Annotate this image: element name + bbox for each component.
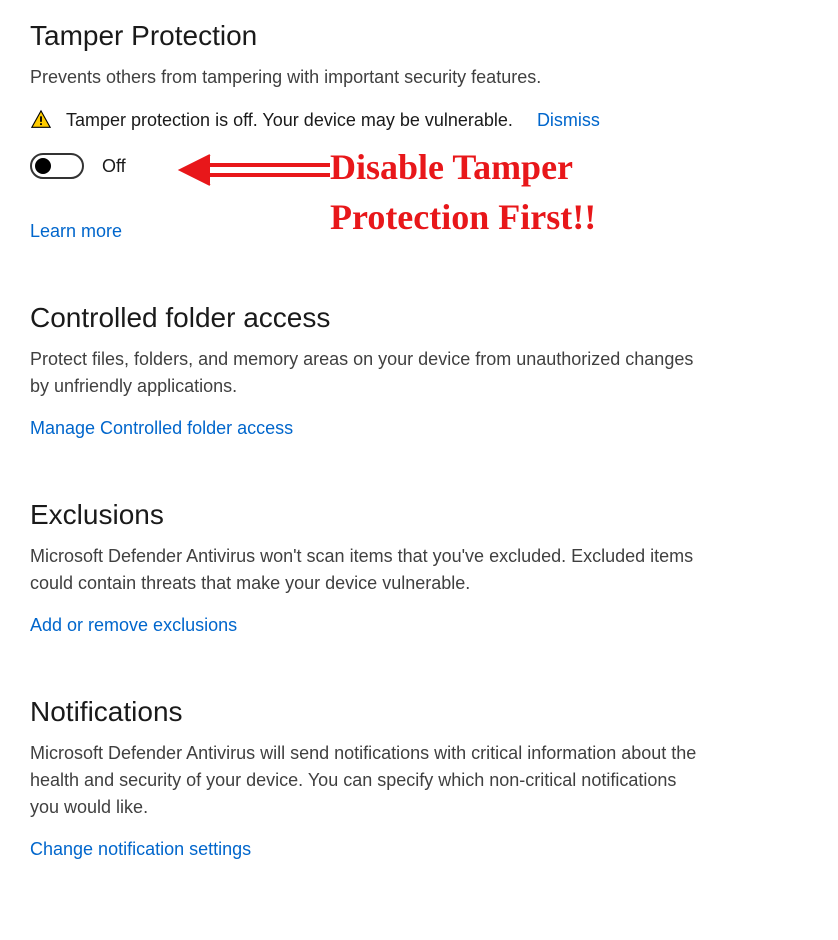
exclusions-title: Exclusions	[30, 499, 808, 531]
tamper-protection-title: Tamper Protection	[30, 20, 808, 52]
controlled-folder-description: Protect files, folders, and memory areas…	[30, 346, 710, 400]
controlled-folder-section: Controlled folder access Protect files, …	[30, 302, 808, 439]
notifications-title: Notifications	[30, 696, 808, 728]
warning-icon	[30, 109, 52, 131]
exclusions-section: Exclusions Microsoft Defender Antivirus …	[30, 499, 808, 636]
annotation-text: Disable Tamper Protection First!!	[330, 142, 596, 243]
tamper-warning-row: Tamper protection is off. Your device ma…	[30, 109, 808, 131]
notifications-description: Microsoft Defender Antivirus will send n…	[30, 740, 710, 821]
tamper-protection-toggle[interactable]	[30, 153, 84, 179]
manage-controlled-folder-link[interactable]: Manage Controlled folder access	[30, 418, 293, 438]
toggle-knob	[35, 158, 51, 174]
change-notification-settings-link[interactable]: Change notification settings	[30, 839, 251, 859]
exclusions-description: Microsoft Defender Antivirus won't scan …	[30, 543, 710, 597]
notifications-section: Notifications Microsoft Defender Antivir…	[30, 696, 808, 860]
learn-more-link[interactable]: Learn more	[30, 221, 122, 242]
annotation-arrow-icon	[175, 153, 335, 198]
tamper-warning-text: Tamper protection is off. Your device ma…	[66, 110, 513, 131]
tamper-toggle-label: Off	[102, 156, 126, 177]
dismiss-link[interactable]: Dismiss	[537, 110, 600, 131]
controlled-folder-title: Controlled folder access	[30, 302, 808, 334]
add-remove-exclusions-link[interactable]: Add or remove exclusions	[30, 615, 237, 635]
tamper-protection-description: Prevents others from tampering with impo…	[30, 64, 710, 91]
